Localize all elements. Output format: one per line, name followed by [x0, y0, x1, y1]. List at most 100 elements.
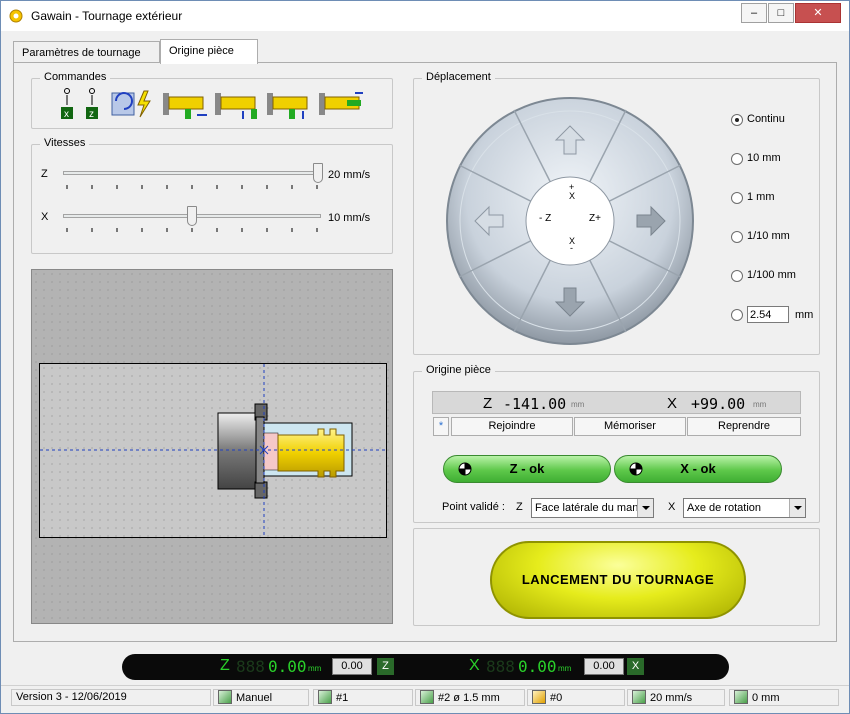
rejoindre-button[interactable]: Rejoindre	[451, 417, 573, 436]
status-tool-text: #2 ø 1.5 mm	[438, 692, 500, 704]
z-speed-ticks	[66, 185, 318, 189]
readout-x-value: 0.00	[518, 657, 557, 676]
tool-z-right-icon	[319, 92, 363, 115]
status-speed-text: 20 mm/s	[650, 692, 693, 704]
status-version: Version 3 - 12/06/2019	[11, 689, 211, 706]
z-speed-track[interactable]	[63, 171, 321, 175]
x-home-button[interactable]: x	[59, 87, 81, 121]
jog-z-minus-button[interactable]	[465, 186, 520, 256]
x-ok-label: X - ok	[680, 461, 716, 476]
readout-x-ghost: 888	[486, 657, 515, 676]
svg-text:x: x	[64, 109, 69, 120]
custom-step-input[interactable]	[747, 306, 789, 323]
point-valide-label: Point validé :	[442, 501, 505, 513]
chevron-down-icon	[637, 499, 653, 517]
point-z-select[interactable]: Face latérale du mandrin	[531, 498, 654, 518]
chuck-jaw-bottom	[254, 481, 268, 499]
deplacement-title: Déplacement	[422, 71, 495, 83]
x-speed-ticks	[66, 228, 318, 232]
gear-icon	[9, 9, 23, 23]
speed-icon	[632, 690, 646, 704]
status-mode-text: Manuel	[236, 692, 273, 704]
z-speed-slider-thumb[interactable]	[313, 163, 323, 183]
target-icon	[458, 462, 472, 476]
point-x-label: X	[668, 501, 676, 513]
jog-wheel-hotspots: + X - Z Z+ X -	[445, 96, 695, 346]
target-icon	[629, 462, 643, 476]
origine-title: Origine pièce	[422, 364, 495, 376]
mode-hundredth-mm-label: 1/100 mm	[747, 269, 796, 281]
point-x-select[interactable]: Axe de rotation	[683, 498, 806, 518]
launch-turning-button[interactable]: LANCEMENT DU TOURNAGE	[490, 541, 746, 619]
depth-icon	[734, 690, 748, 704]
readout-x-axis: X	[469, 657, 480, 674]
status-program: #1	[313, 689, 413, 706]
x-home-icon: x	[61, 88, 73, 120]
tab-origine-piece[interactable]: Origine pièce	[160, 39, 258, 64]
lathe-drawing	[40, 364, 386, 538]
readout-z-value: 0.00	[268, 657, 307, 676]
mode-continu-radio[interactable]	[731, 114, 743, 126]
mode-10mm-radio[interactable]	[731, 153, 743, 165]
tool-x-up-button[interactable]	[215, 87, 261, 121]
x-speed-label: X	[41, 211, 49, 223]
spindle-button[interactable]	[110, 87, 156, 121]
x-speed-slider-thumb[interactable]	[187, 206, 197, 226]
memoriser-button[interactable]: Mémoriser	[574, 417, 686, 436]
center-x-top-label: X	[569, 191, 576, 201]
mode-tenth-mm-label: 1/10 mm	[747, 230, 790, 242]
mode-tenth-mm-radio[interactable]	[731, 231, 743, 243]
mode-hundredth-mm-radio[interactable]	[731, 270, 743, 282]
tab-parametres[interactable]: Paramètres de tournage	[13, 41, 160, 63]
title-bar: Gawain - Tournage extérieur – □ ✕	[1, 1, 849, 31]
mode-1mm-radio[interactable]	[731, 192, 743, 204]
readout-z-unit: mm	[308, 664, 322, 673]
point-x-selected: Axe de rotation	[687, 502, 761, 514]
chevron-down-icon	[789, 499, 805, 517]
tool-x-up-2-button[interactable]	[267, 87, 313, 121]
window-title: Gawain - Tournage extérieur	[31, 9, 183, 23]
reprendre-button[interactable]: Reprendre	[687, 417, 801, 436]
minimize-button[interactable]: –	[741, 3, 767, 23]
point-z-label: Z	[516, 501, 523, 513]
center-x-minus-sign: -	[570, 243, 573, 253]
svg-text:z: z	[89, 109, 94, 120]
status-origin-text: #0	[550, 692, 563, 704]
mode-1mm-label: 1 mm	[747, 191, 775, 203]
custom-step-unit: mm	[795, 309, 814, 321]
close-button[interactable]: ✕	[795, 3, 841, 23]
status-depth: 0 mm	[729, 689, 839, 706]
jog-x-minus-button[interactable]	[535, 271, 605, 326]
status-origin: #0	[527, 689, 625, 706]
origin-x-unit: mm	[753, 400, 767, 409]
chuck-body	[217, 412, 257, 490]
z-home-icon: z	[86, 88, 98, 120]
origin-z-unit: mm	[571, 400, 585, 409]
tool-z-left-button[interactable]	[163, 87, 209, 121]
maximize-button[interactable]: □	[768, 3, 794, 23]
x-ok-button[interactable]: X - ok	[614, 455, 782, 483]
z-home-button[interactable]: z	[81, 87, 103, 121]
mode-custom-radio[interactable]	[731, 309, 743, 321]
origin-icon	[532, 690, 546, 704]
tool-icon	[420, 690, 434, 704]
jog-x-plus-button[interactable]	[535, 116, 605, 171]
z-ok-button[interactable]: Z - ok	[443, 455, 611, 483]
origin-star-button[interactable]: *	[433, 417, 449, 436]
tool-z-right-button[interactable]	[319, 87, 365, 121]
readout-z-axis: Z	[220, 657, 230, 674]
readout-x-button[interactable]: X	[627, 658, 644, 675]
turned-part	[277, 428, 345, 478]
jog-z-plus-button[interactable]	[620, 186, 675, 256]
status-mode: Manuel	[213, 689, 309, 706]
origin-z-value: -141.00	[503, 395, 567, 413]
tool-x-up-2-icon	[267, 93, 308, 119]
readout-z-ghost: 888	[236, 657, 265, 676]
readout-z-button[interactable]: Z	[377, 658, 394, 675]
status-depth-text: 0 mm	[752, 692, 780, 704]
origin-z-axis: Z	[483, 395, 493, 412]
center-z-plus-label: Z+	[589, 213, 601, 224]
center-z-minus-label: - Z	[539, 213, 552, 224]
program-icon	[318, 690, 332, 704]
origin-x-value: +99.00	[691, 395, 746, 413]
